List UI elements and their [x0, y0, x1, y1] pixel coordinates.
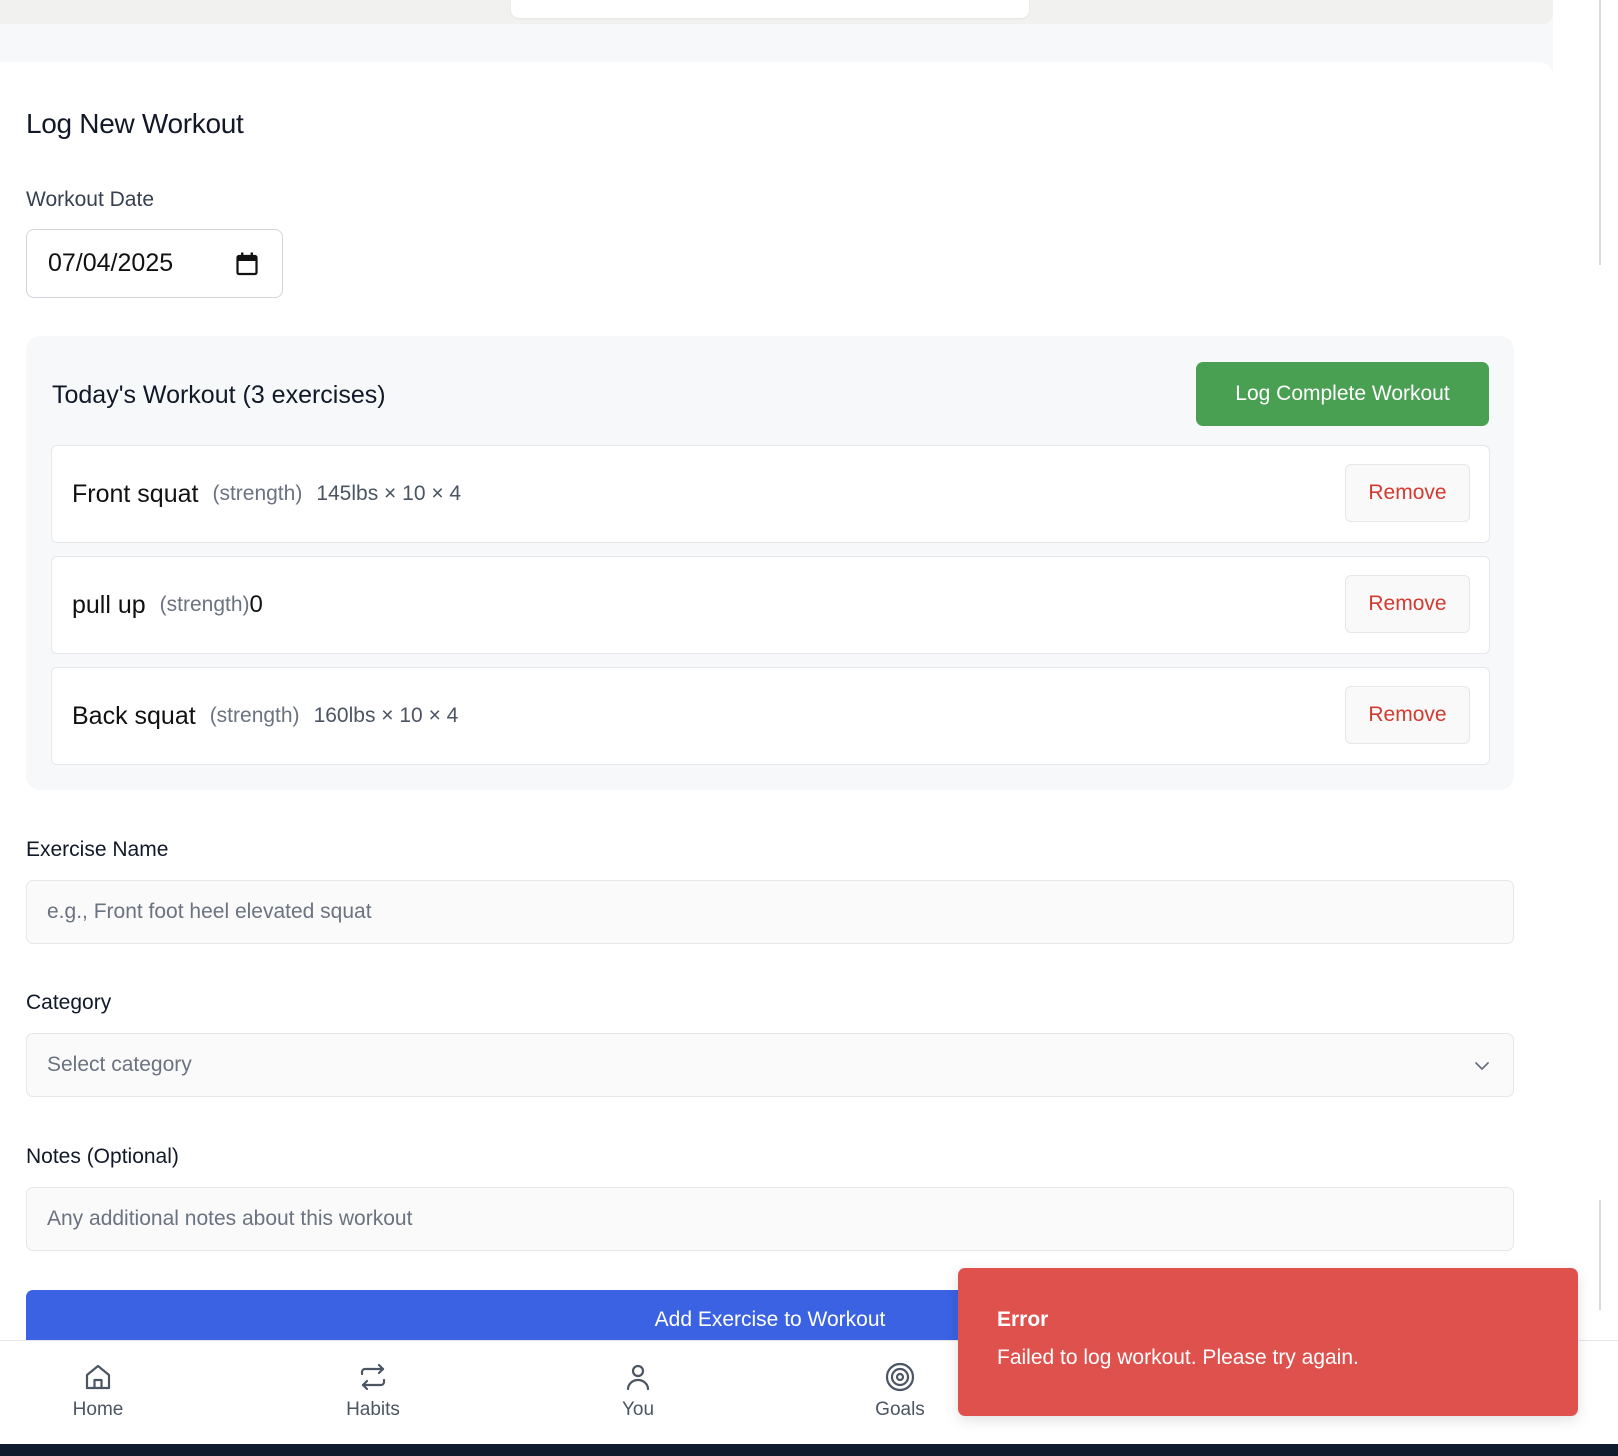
workout-date-label: Workout Date — [26, 188, 154, 211]
calendar-icon[interactable] — [236, 252, 258, 276]
notes-label: Notes (Optional) — [26, 1145, 179, 1168]
category-placeholder: Select category — [47, 1053, 192, 1076]
exercise-category: (strength) — [209, 704, 300, 727]
toast-message: Failed to log workout. Please try again. — [997, 1346, 1359, 1369]
exercise-row: pull up (strength) 0 Remove — [51, 556, 1490, 654]
exercise-category: (strength) — [159, 593, 250, 616]
scrollbar-track[interactable] — [1553, 0, 1618, 1456]
exercise-row: Front squat (strength) 145lbs × 10 × 4 R… — [51, 445, 1490, 543]
tab-log-workout[interactable] — [511, 0, 1029, 18]
date-value: 07/04/2025 — [48, 249, 174, 277]
nav-item-habits[interactable]: Habits — [303, 1341, 443, 1445]
category-select[interactable]: Select category — [26, 1033, 1514, 1097]
exercise-row: Back squat (strength) 160lbs × 10 × 4 Re… — [51, 667, 1490, 765]
nav-label-home: Home — [72, 1399, 124, 1420]
remove-exercise-button[interactable]: Remove — [1345, 575, 1470, 633]
page-title: Log New Workout — [26, 108, 244, 139]
todays-workout-title: Today's Workout (3 exercises) — [52, 381, 386, 409]
nav-item-home[interactable]: Home — [28, 1341, 168, 1445]
window-bottom-edge — [0, 1444, 1618, 1456]
exercise-name: Front squat — [72, 479, 199, 508]
log-complete-workout-button[interactable]: Log Complete Workout — [1196, 362, 1489, 426]
workout-date-input[interactable]: 07/04/2025 — [26, 229, 283, 298]
top-tab-bar — [0, 0, 1553, 24]
user-icon — [626, 1364, 650, 1391]
exercise-detail: 145lbs × 10 × 4 — [316, 482, 462, 505]
nav-label-habits: Habits — [346, 1399, 400, 1420]
nav-label-goals: Goals — [875, 1399, 925, 1420]
remove-exercise-button[interactable]: Remove — [1345, 686, 1470, 744]
chevron-down-icon — [1475, 1062, 1489, 1070]
exercise-name-input[interactable]: e.g., Front foot heel elevated squat — [26, 880, 1514, 944]
exercise-name-placeholder: e.g., Front foot heel elevated squat — [47, 900, 372, 923]
exercise-detail: 160lbs × 10 × 4 — [313, 704, 459, 727]
nav-item-you[interactable]: You — [568, 1341, 708, 1445]
exercise-name: pull up — [72, 590, 146, 619]
nav-item-goals[interactable]: Goals — [830, 1341, 970, 1445]
category-label: Category — [26, 991, 112, 1014]
target-icon — [885, 1362, 915, 1392]
home-icon — [85, 1364, 111, 1390]
error-toast[interactable]: Error Failed to log workout. Please try … — [958, 1268, 1578, 1416]
add-exercise-label: Add Exercise to Workout — [654, 1308, 886, 1331]
nav-label-you: You — [621, 1399, 655, 1420]
repeat-icon — [360, 1363, 386, 1391]
exercise-category: (strength) — [212, 482, 303, 505]
exercise-detail: 0 — [249, 591, 263, 618]
exercise-name-label: Exercise Name — [26, 838, 169, 861]
remove-exercise-button[interactable]: Remove — [1345, 464, 1470, 522]
toast-title: Error — [997, 1308, 1049, 1331]
notes-input[interactable]: Any additional notes about this workout — [26, 1187, 1514, 1251]
notes-placeholder: Any additional notes about this workout — [47, 1207, 413, 1230]
exercise-name: Back squat — [72, 701, 196, 730]
